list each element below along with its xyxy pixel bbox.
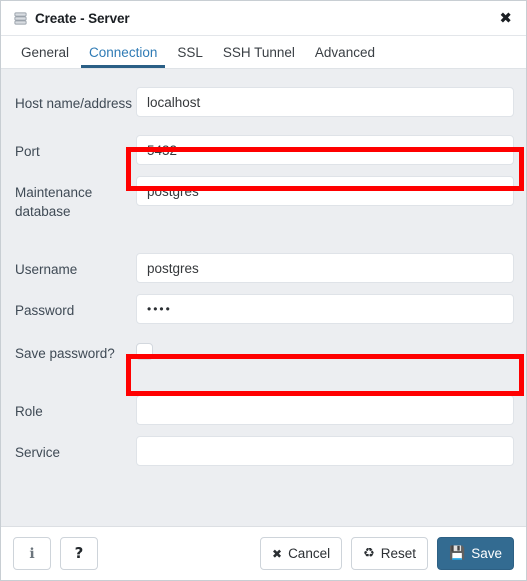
save-password-label: Save password? [15, 346, 115, 361]
service-input[interactable] [136, 436, 514, 466]
host-field-wrap: localhost [136, 87, 514, 117]
dialog-title: Create - Server [35, 10, 130, 26]
tab-ssh-tunnel[interactable]: SSH Tunnel [213, 36, 305, 68]
field-row-service: Service [1, 436, 526, 466]
tab-ssl[interactable]: SSL [167, 36, 213, 68]
close-x-icon: ✖ [272, 546, 283, 561]
port-field-wrap: 5432 [136, 135, 514, 165]
username-input[interactable]: postgres [136, 253, 514, 283]
field-row-password: Password •••• [1, 294, 526, 324]
password-label: Password [15, 303, 75, 318]
dialog-tabs: General Connection SSL SSH Tunnel Advanc… [1, 36, 526, 69]
cancel-button-label: Cancel [288, 546, 331, 561]
connection-form: Host name/address localhost Port 5432 Ma… [1, 69, 526, 526]
save-button-label: Save [471, 546, 502, 561]
tab-advanced[interactable]: Advanced [305, 36, 385, 68]
reset-button[interactable]: ♻ Reset [351, 537, 429, 570]
footer-left-group: ℹ ? [13, 537, 98, 570]
host-label: Host name/address [15, 96, 133, 111]
role-input[interactable] [136, 395, 514, 425]
username-field-wrap: postgres [136, 253, 514, 283]
help-button[interactable]: ? [60, 537, 98, 570]
create-server-dialog: Create - Server ✖ General Connection SSL… [0, 0, 527, 581]
password-input[interactable]: •••• [136, 294, 514, 324]
recycle-icon: ♻ [363, 546, 375, 561]
reset-button-label: Reset [380, 546, 417, 561]
question-mark-icon: ? [74, 544, 84, 562]
field-row-host: Host name/address localhost [1, 87, 526, 117]
close-icon[interactable]: ✖ [495, 9, 516, 28]
cancel-button[interactable]: ✖ Cancel [260, 537, 343, 570]
role-field-wrap [136, 395, 514, 425]
tab-connection[interactable]: Connection [79, 36, 167, 68]
port-input[interactable]: 5432 [136, 135, 514, 165]
service-field-wrap [136, 436, 514, 466]
field-row-role: Role [1, 395, 526, 425]
service-label: Service [15, 445, 61, 460]
role-label: Role [15, 404, 43, 419]
maintenance-database-label: Maintenance database [15, 185, 93, 219]
form-scrollbar[interactable] [519, 147, 522, 173]
save-password-checkbox[interactable] [136, 343, 153, 360]
dialog-footer: ℹ ? ✖ Cancel ♻ Reset 💾 Save [1, 526, 526, 580]
field-row-save-password: Save password? [1, 337, 526, 363]
info-button[interactable]: ℹ [13, 537, 51, 570]
floppy-disk-icon: 💾 [449, 546, 466, 561]
info-icon: ℹ [29, 545, 35, 562]
host-input[interactable]: localhost [136, 87, 514, 117]
username-label: Username [15, 262, 78, 277]
field-row-maintenance-database: Maintenance database postgres [1, 176, 526, 221]
tab-general[interactable]: General [11, 36, 79, 68]
save-button[interactable]: 💾 Save [437, 537, 514, 570]
footer-right-group: ✖ Cancel ♻ Reset 💾 Save [260, 537, 514, 570]
maintenance-database-field-wrap: postgres [136, 176, 514, 206]
save-password-field-wrap [136, 337, 514, 360]
field-row-username: Username postgres [1, 253, 526, 283]
password-field-wrap: •••• [136, 294, 514, 324]
dialog-titlebar: Create - Server ✖ [1, 1, 526, 36]
maintenance-database-input[interactable]: postgres [136, 176, 514, 206]
server-stack-icon [14, 11, 27, 25]
field-row-port: Port 5432 [1, 135, 526, 165]
port-label: Port [15, 144, 40, 159]
